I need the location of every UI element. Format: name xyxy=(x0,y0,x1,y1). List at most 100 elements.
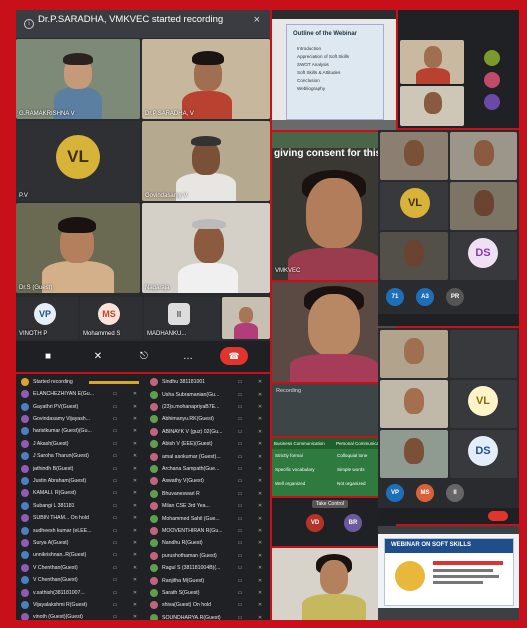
participant-row[interactable]: Abhimanyu.RK(Guest) ▭ ✕ xyxy=(145,413,270,425)
more-options-button[interactable]: … xyxy=(178,349,198,363)
pin-icon[interactable]: ▭ xyxy=(230,466,250,472)
pin-icon[interactable]: ▭ xyxy=(105,590,125,596)
participant-chip[interactable]: II xyxy=(446,484,464,502)
participant-row[interactable]: Bhuvaneswari R ▭ ✕ xyxy=(145,488,270,500)
pin-icon[interactable]: ▭ xyxy=(230,491,250,497)
pin-icon[interactable]: ▭ xyxy=(230,553,250,559)
participant-row[interactable]: V Chenthan(Guest) ▭ ✕ xyxy=(16,562,145,574)
participant-row[interactable]: Usha Subramanian(Gu... ▭ ✕ xyxy=(145,388,270,400)
pin-icon[interactable]: ▭ xyxy=(105,528,125,534)
participant-row[interactable]: Ragul S (381181004B)(... ▭ ✕ xyxy=(145,562,270,574)
pin-icon[interactable]: ▭ xyxy=(105,602,125,608)
participant-row[interactable]: unnikrishnan..R(Guest) ▭ ✕ xyxy=(16,549,145,561)
video-tile-govindasamy[interactable]: Govindasamy V xyxy=(142,121,270,201)
pin-icon[interactable]: ▭ xyxy=(105,577,125,583)
video-tile-nagaraja[interactable]: Nagaraja xyxy=(142,203,270,293)
participant-row[interactable]: ELANCHEZHIYAN E(Gu... ▭ ✕ xyxy=(16,388,145,400)
participant-row[interactable]: Govindasamy Vijayash... ▭ ✕ xyxy=(16,413,145,425)
participant-chip[interactable]: A3 xyxy=(416,288,434,306)
participant-row[interactable]: haristkumar (Guest)(Gu... ▭ ✕ xyxy=(16,425,145,437)
pin-icon[interactable]: ▭ xyxy=(105,416,125,422)
participant-row[interactable]: V Chenthan(Guest) ▭ ✕ xyxy=(16,574,145,586)
participant-row[interactable]: Archana Sampath(Gue... ▭ ✕ xyxy=(145,463,270,475)
pin-icon[interactable]: ▭ xyxy=(230,392,250,398)
participant-row[interactable]: Ranjitha M(Guest) ▭ ✕ xyxy=(145,574,270,586)
end-call-button[interactable]: ☎ xyxy=(220,347,248,365)
pin-icon[interactable]: ▭ xyxy=(230,602,250,608)
pin-icon[interactable]: ▭ xyxy=(105,614,125,620)
pin-icon[interactable]: ▭ xyxy=(105,404,125,410)
pin-icon[interactable]: ▭ xyxy=(105,565,125,571)
participant-row[interactable]: MOOVENTHIRAN R(Gu... ▭ ✕ xyxy=(145,525,270,537)
video-tile-pv[interactable]: VL P.V xyxy=(16,121,140,201)
pin-icon[interactable]: ▭ xyxy=(105,540,125,546)
participant-row[interactable]: Vijayalakshmi R(Guest) ▭ ✕ xyxy=(16,599,145,611)
participant-row[interactable]: Milan CSE 3rd Yea... ▭ ✕ xyxy=(145,500,270,512)
participant-row[interactable]: Nandhu R(Guest) ▭ ✕ xyxy=(145,537,270,549)
video-tile-guest[interactable]: Dr.S (Guest) xyxy=(16,203,140,293)
pin-icon[interactable]: ▭ xyxy=(230,528,250,534)
participant-row[interactable]: Surya A(Guest) ▭ ✕ xyxy=(16,537,145,549)
participant-row[interactable]: Sarath S(Guest) ▭ ✕ xyxy=(145,587,270,599)
pin-icon[interactable]: ▭ xyxy=(230,516,250,522)
camera-toggle-button[interactable]: ■ xyxy=(38,349,58,363)
participant-row[interactable]: Subangi L 381181 ▭ ✕ xyxy=(16,500,145,512)
pin-icon[interactable]: ▭ xyxy=(105,441,125,447)
participant-row[interactable]: ABINAYK V (guz) 02(Gu... ▭ ✕ xyxy=(145,426,270,438)
participant-row[interactable]: shiva(Guest) On hold ▭ ✕ xyxy=(145,599,270,611)
take-control-button[interactable]: Take Control xyxy=(312,500,349,508)
pin-icon[interactable]: ▭ xyxy=(230,503,250,509)
pin-icon[interactable]: ▭ xyxy=(105,453,125,459)
participant-row[interactable]: SUBIN THAM... On hold ▭ ✕ xyxy=(16,512,145,524)
chip-mohammed[interactable]: MS Mohammed S xyxy=(80,297,142,339)
mic-mute-button[interactable]: ✕ xyxy=(88,349,108,363)
pin-icon[interactable]: ▭ xyxy=(105,391,125,397)
participant-row[interactable]: Justin Abraham(Guest) ▭ ✕ xyxy=(16,475,145,487)
participant-row[interactable]: Aswathy V(Guest) ▭ ✕ xyxy=(145,475,270,487)
participant-row[interactable]: J Saroha Tharun(Guest) ▭ ✕ xyxy=(16,450,145,462)
pin-icon[interactable]: ▭ xyxy=(105,466,125,472)
participant-row[interactable]: Mohammed Sahil (Gue... ▭ ✕ xyxy=(145,512,270,524)
participant-row[interactable]: J Akash(Guest) ▭ ✕ xyxy=(16,438,145,450)
pin-icon[interactable]: ▭ xyxy=(230,441,250,447)
participant-row[interactable]: (23)s.mohanapriyaB7E... ▭ ✕ xyxy=(145,401,270,413)
pin-icon[interactable]: ▭ xyxy=(105,428,125,434)
participant-row[interactable]: SOUNDHARYA.R(Guest) ▭ ✕ xyxy=(145,612,270,620)
pin-icon[interactable]: ▭ xyxy=(230,416,250,422)
participant-row[interactable]: v.sathish(381181007... ▭ ✕ xyxy=(16,586,145,598)
participant-row[interactable]: Gayathri PV(Guest) ▭ ✕ xyxy=(16,400,145,412)
participant-chip[interactable]: VP xyxy=(386,484,404,502)
pin-icon[interactable]: ▭ xyxy=(105,515,125,521)
participant-row[interactable]: purushothaman (Guest) ▭ ✕ xyxy=(145,550,270,562)
pin-icon[interactable]: ▭ xyxy=(105,490,125,496)
chip-madhanku[interactable]: II MADHANKU... xyxy=(144,297,220,339)
pin-icon[interactable]: ▭ xyxy=(230,590,250,596)
participant-row[interactable]: sudheesh kumar (eLEE... ▭ ✕ xyxy=(16,524,145,536)
pin-icon[interactable]: ▭ xyxy=(230,565,250,571)
participant-row[interactable]: KAMALI. R(Guest) ▭ ✕ xyxy=(16,487,145,499)
pin-icon[interactable]: ▭ xyxy=(230,615,250,620)
video-tile-ramakrishna[interactable]: G.RAMAKRISHNA V xyxy=(16,39,140,119)
participant-row[interactable]: Sindhu 381181001 ▭ ✕ xyxy=(145,376,270,388)
self-view-tile[interactable] xyxy=(222,297,270,339)
pin-icon[interactable]: ▭ xyxy=(230,540,250,546)
participant-row[interactable]: amal asokumar (Guest)... ▭ ✕ xyxy=(145,450,270,462)
participant-chip[interactable]: MS xyxy=(416,484,434,502)
toast-close-icon[interactable]: × xyxy=(254,14,260,26)
participant-chip[interactable]: PR xyxy=(446,288,464,306)
pin-icon[interactable]: ▭ xyxy=(230,429,250,435)
pin-icon[interactable]: ▭ xyxy=(230,404,250,410)
video-tile-saradha[interactable]: Dr.P.SARADHA, V xyxy=(142,39,270,119)
pin-icon[interactable]: ▭ xyxy=(230,578,250,584)
pin-icon[interactable]: ▭ xyxy=(105,503,125,509)
chip-vinoth[interactable]: VP VINOTH P xyxy=(16,297,78,339)
pin-icon[interactable]: ▭ xyxy=(105,478,125,484)
pin-icon[interactable]: ▭ xyxy=(230,454,250,460)
pin-icon[interactable]: ▭ xyxy=(230,379,250,385)
pin-icon[interactable]: ▭ xyxy=(230,478,250,484)
participant-row[interactable]: Abish V (EEE)(Guest) ▭ ✕ xyxy=(145,438,270,450)
participant-row[interactable]: jathindh B(Guest) ▭ ✕ xyxy=(16,462,145,474)
present-button[interactable]: ⎋ xyxy=(134,349,154,363)
pin-icon[interactable]: ▭ xyxy=(105,552,125,558)
participant-chip[interactable]: 71 xyxy=(386,288,404,306)
